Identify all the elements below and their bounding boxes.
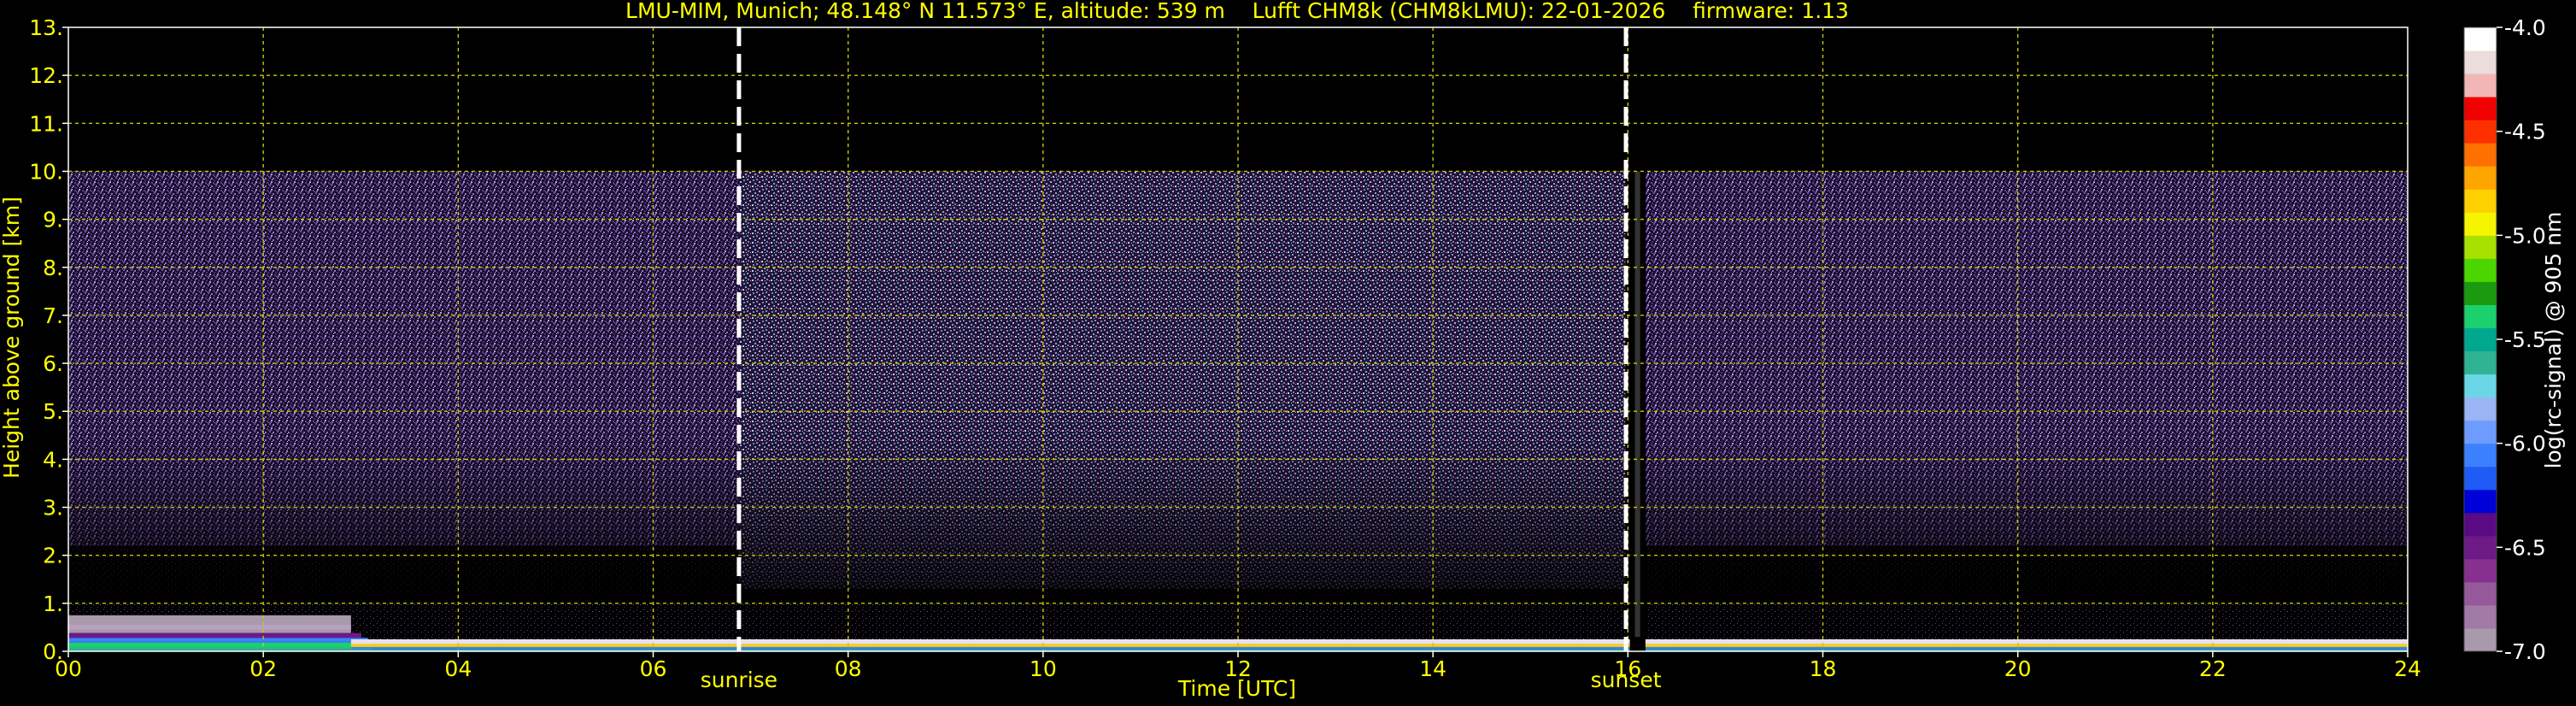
colorbar-tick-label: -5.0 — [2504, 223, 2546, 248]
colorbar-segment — [2464, 350, 2497, 375]
colorbar-segment — [2464, 489, 2497, 514]
low-layer-green — [68, 642, 372, 648]
x-tick-label: 14 — [1419, 656, 1446, 681]
colorbar-segment — [2464, 120, 2497, 144]
colorbar-segment — [2464, 604, 2497, 629]
surface-layer-yellow — [350, 644, 2408, 647]
colorbar-segment — [2464, 581, 2497, 606]
colorbar-segment — [2464, 627, 2497, 652]
colorbar-tick-label: -5.5 — [2504, 327, 2546, 352]
y-tick-label: 6. — [43, 351, 63, 376]
colorbar-segment — [2464, 512, 2497, 537]
ceilometer-figure: sunrise sunset 00 02 04 06 08 10 12 14 16 18 20 22 24… — [0, 0, 2576, 706]
y-tick-label: 2. — [43, 544, 63, 568]
surface-layer-white — [350, 638, 2408, 644]
colorbar-segment — [2464, 27, 2497, 51]
colorbar-tick-label: -6.5 — [2504, 535, 2546, 560]
colorbar-segment — [2464, 420, 2497, 444]
colorbar-tick-label: -7.0 — [2504, 639, 2546, 664]
low-layer-light — [68, 625, 351, 630]
colorbar-segment — [2464, 281, 2497, 305]
colorbar-tick-label: -6.0 — [2504, 432, 2546, 456]
colorbar-segment — [2464, 143, 2497, 167]
low-layer-pink — [68, 615, 351, 633]
surface-gap — [1629, 637, 1646, 651]
y-tick-label: 0. — [43, 639, 63, 664]
y-tick-label: 5. — [43, 399, 63, 424]
colorbar-label: log(rc-signal) @ 905 nm — [2541, 212, 2566, 469]
y-tick-label: 7. — [43, 303, 63, 328]
colorbar-segment — [2464, 212, 2497, 236]
sunrise-label: sunrise — [701, 668, 777, 692]
data-gap-edge — [1634, 171, 1640, 643]
y-tick-label: 8. — [43, 256, 63, 280]
colorbar-segment — [2464, 535, 2497, 560]
colorbar-segment — [2464, 466, 2497, 491]
y-tick-label: 3. — [43, 496, 63, 521]
colorbar-segment — [2464, 258, 2497, 282]
colorbar-segment — [2464, 189, 2497, 213]
x-axis-label: Time [UTC] — [1177, 676, 1296, 701]
y-tick-label: 12. — [29, 63, 63, 88]
colorbar-segment — [2464, 327, 2497, 352]
colorbar-segment — [2464, 50, 2497, 74]
low-layer-purple — [68, 632, 361, 638]
x-tick-label: 08 — [835, 656, 862, 681]
y-tick-label: 10. — [29, 159, 63, 184]
y-axis-label: Height above ground [km] — [0, 197, 24, 479]
colorbar-segment — [2464, 374, 2497, 398]
colorbar-segment — [2464, 304, 2497, 328]
colorbar-tick-label: -4.5 — [2504, 120, 2546, 144]
x-tick-label: 24 — [2394, 656, 2421, 681]
colorbar-segment — [2464, 558, 2497, 583]
low-layer-blue — [68, 638, 368, 643]
y-tick-label: 4. — [43, 447, 63, 472]
y-tick-label: 1. — [43, 591, 63, 616]
x-tick-label: 16 — [1614, 656, 1641, 681]
y-tick-label: 11. — [29, 111, 63, 136]
x-tick-label: 10 — [1030, 656, 1057, 681]
chart-title: LMU-MIM, Munich; 48.148° N 11.573° E, al… — [625, 0, 1849, 23]
y-tick-label: 13. — [29, 15, 63, 40]
x-tick-label: 04 — [444, 656, 472, 681]
x-tick-label: 02 — [249, 656, 277, 681]
colorbar-tick-label: -4.0 — [2504, 15, 2546, 40]
surface-layer-blue — [350, 646, 2408, 650]
colorbar-segment — [2464, 235, 2497, 259]
colorbar-segment — [2464, 166, 2497, 190]
colorbar-segment — [2464, 74, 2497, 97]
chart: sunrise sunset 00 02 04 06 08 10 12 14 16 18 20 22 24… — [0, 0, 2566, 701]
colorbar-segment — [2464, 97, 2497, 121]
x-tick-label: 22 — [2199, 656, 2227, 681]
colorbar-segment — [2464, 443, 2497, 468]
x-tick-label: 06 — [640, 656, 667, 681]
y-tick-label: 9. — [43, 208, 63, 232]
x-tick-label: 20 — [2004, 656, 2032, 681]
x-tick-label: 18 — [1810, 656, 1837, 681]
colorbar-segment — [2464, 397, 2497, 421]
